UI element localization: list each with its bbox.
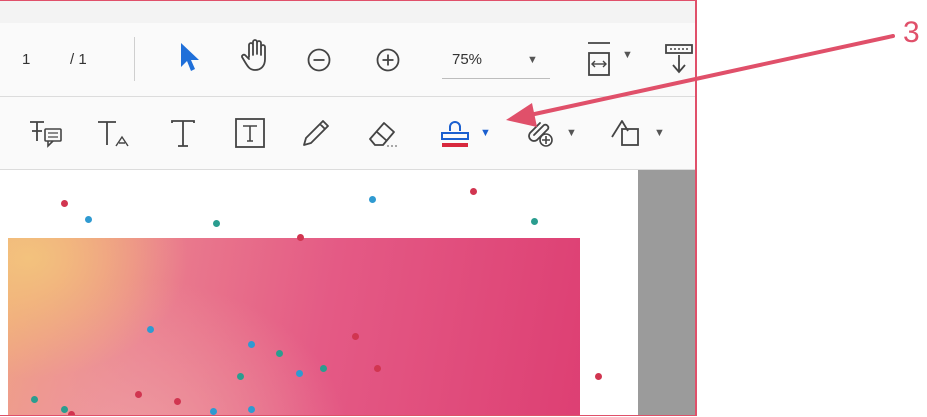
- callout-number: 3: [903, 16, 920, 49]
- callout-arrow-icon: [506, 34, 895, 127]
